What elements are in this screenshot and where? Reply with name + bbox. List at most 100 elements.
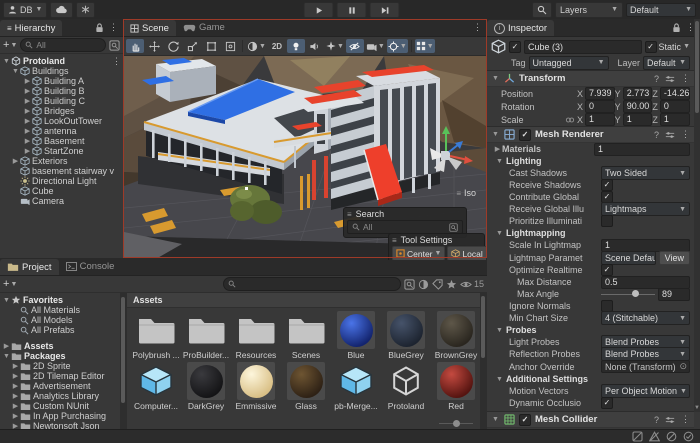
add-object-button[interactable]: +▼ xyxy=(3,39,17,51)
receive-gi-dropdown[interactable]: Lightmaps▼ xyxy=(601,202,690,216)
active-checkbox[interactable]: ✓ xyxy=(509,41,521,53)
scale-x-field[interactable]: 1 xyxy=(585,113,615,126)
status-muted-log-icon[interactable] xyxy=(632,431,643,442)
foldout-arrow[interactable]: ▼ xyxy=(491,416,500,423)
status-tasks-done-icon[interactable] xyxy=(683,431,694,442)
rotate-tool-button[interactable] xyxy=(164,39,182,53)
prioritize-checkbox[interactable] xyxy=(601,215,613,227)
min-chart-dropdown[interactable]: 4 (Stitchable)▼ xyxy=(601,311,690,325)
max-angle-field[interactable]: 89 xyxy=(658,288,690,301)
transform-header[interactable]: ▼ Transform ? ⋮ xyxy=(487,70,694,87)
asset-item[interactable]: Scenes xyxy=(281,311,331,360)
rotation-z-field[interactable]: 0 xyxy=(660,100,690,113)
camera-dropdown[interactable]: ▼ xyxy=(365,39,386,53)
layers-dropdown[interactable]: Layers ▼ xyxy=(555,2,623,18)
gizmos-dropdown[interactable]: ▼ xyxy=(387,39,408,53)
mesh-renderer-header[interactable]: ▼ ✓ Mesh Renderer ? ⋮ xyxy=(487,126,694,143)
dynamic-occlusion-checkbox[interactable]: ✓ xyxy=(601,397,613,409)
asset-item[interactable]: Red xyxy=(431,362,481,411)
kebab-menu-icon[interactable]: ⋮ xyxy=(681,129,690,140)
scrollbar-thumb[interactable] xyxy=(695,21,699,113)
presets-icon[interactable] xyxy=(665,74,675,84)
tree-item-custom-nunit[interactable]: ▶Custom NUnit xyxy=(0,401,120,411)
kebab-menu-icon[interactable]: ⋮ xyxy=(109,22,118,33)
help-icon[interactable]: ? xyxy=(654,130,659,140)
grid-snap-button[interactable] xyxy=(76,2,95,18)
pivot-mode-button[interactable]: Center ▼ xyxy=(392,246,445,260)
foldout-arrow[interactable]: ▼ xyxy=(491,75,500,82)
tree-item-bridges[interactable]: ▶Bridges xyxy=(0,106,123,116)
asset-item[interactable]: Protoland xyxy=(381,362,431,411)
audio-toggle-button[interactable] xyxy=(306,39,324,53)
lightmap-params-dropdown[interactable]: Scene Default Para▼ xyxy=(601,251,656,265)
hidden-count-button[interactable]: 15 xyxy=(460,279,484,289)
scene-viewport[interactable]: ≡ Iso ≡ Search All ≡ xyxy=(124,56,486,260)
tree-item-packages[interactable]: ▼Packages xyxy=(0,351,120,361)
foldout-arrow[interactable]: ▶ xyxy=(493,145,502,153)
asset-item[interactable]: Polybrush ... xyxy=(131,311,181,360)
scene-visibility-button[interactable] xyxy=(346,39,364,53)
tab-project[interactable]: Project xyxy=(0,259,59,275)
project-tree-scrollbar[interactable] xyxy=(120,293,127,431)
play-button[interactable] xyxy=(304,2,334,18)
asset-item[interactable]: ProBuilder... xyxy=(181,311,231,360)
scale-z-field[interactable]: 1 xyxy=(660,113,690,126)
kebab-menu-icon[interactable]: ⋮ xyxy=(681,73,690,84)
tree-item-basement[interactable]: ▶Basement xyxy=(0,136,123,146)
scrollbar-thumb[interactable] xyxy=(481,296,485,358)
asset-item[interactable]: Computer... xyxy=(131,362,181,411)
2d-toggle-button[interactable]: 2D xyxy=(268,39,286,53)
pause-button[interactable] xyxy=(337,2,367,18)
asset-item[interactable]: BlueGrey xyxy=(381,311,431,360)
hierarchy-search-input[interactable]: All xyxy=(20,38,106,52)
tree-item-all-models[interactable]: All Models xyxy=(0,315,120,325)
assets-breadcrumb[interactable]: Assets xyxy=(127,293,487,308)
handle-space-button[interactable]: Local ▼ xyxy=(447,246,486,260)
asset-item[interactable]: Resources xyxy=(231,311,281,360)
account-button[interactable]: DB ▼ xyxy=(3,2,47,18)
lightmapping-foldout[interactable]: ▼Lightmapping xyxy=(487,227,694,239)
cloud-button[interactable] xyxy=(50,2,73,18)
tree-item-directional-light[interactable]: Directional Light xyxy=(0,176,123,186)
orientation-gizmo-label[interactable]: ≡ Iso xyxy=(456,188,476,198)
optimize-realtime-checkbox[interactable]: ✓ xyxy=(601,264,613,276)
link-scale-icon[interactable] xyxy=(565,115,575,125)
lock-icon[interactable] xyxy=(672,23,681,33)
tree-item-iap[interactable]: ▶In App Purchasing xyxy=(0,411,120,421)
motion-vectors-dropdown[interactable]: Per Object Motion▼ xyxy=(601,384,690,398)
tree-item-startzone[interactable]: ▶StartZone xyxy=(0,146,123,156)
object-picker-icon[interactable]: ⊙ xyxy=(679,361,687,372)
tab-scene[interactable]: Scene xyxy=(123,20,176,36)
reflection-probes-dropdown[interactable]: Blend Probes▼ xyxy=(601,347,690,361)
tree-item-2d-sprite[interactable]: ▶2D Sprite xyxy=(0,361,120,371)
transform-tool-button[interactable] xyxy=(221,39,239,53)
tree-item-2d-tilemap[interactable]: ▶2D Tilemap Editor xyxy=(0,371,120,381)
search-button[interactable] xyxy=(532,2,552,18)
create-asset-button[interactable]: +▼ xyxy=(3,278,17,290)
assets-scrollbar[interactable] xyxy=(480,293,487,431)
step-button[interactable] xyxy=(370,2,400,18)
tree-item-camera[interactable]: Camera xyxy=(0,196,123,206)
status-muted-warning-icon[interactable] xyxy=(649,431,660,442)
tree-item-all-materials[interactable]: All Materials xyxy=(0,305,120,315)
kebab-menu-icon[interactable]: ⋮ xyxy=(112,56,121,67)
scrollbar-thumb[interactable] xyxy=(121,297,125,403)
draw-mode-dropdown[interactable]: ▼ xyxy=(246,39,267,53)
scale-y-field[interactable]: 1 xyxy=(623,113,653,126)
tree-item-analytics[interactable]: ▶Analytics Library xyxy=(0,391,120,401)
help-icon[interactable]: ? xyxy=(654,415,659,425)
asset-item[interactable]: Glass xyxy=(281,362,331,411)
tree-item-buildings[interactable]: ▼Buildings xyxy=(0,66,123,76)
lock-icon[interactable] xyxy=(95,23,104,33)
tree-item-basement-stairway[interactable]: basement stairway v xyxy=(0,166,123,176)
mesh-collider-header[interactable]: ▼ ✓ Mesh Collider ? ⋮ xyxy=(487,411,694,428)
view-button[interactable]: View xyxy=(659,251,690,265)
tree-item-exteriors[interactable]: ▶Exteriors xyxy=(0,156,123,166)
cast-shadows-dropdown[interactable]: Two Sided▼ xyxy=(601,166,690,180)
tab-inspector[interactable]: i Inspector xyxy=(487,20,554,36)
kebab-menu-icon[interactable]: ⋮ xyxy=(681,414,690,425)
filter-label-icon[interactable] xyxy=(432,279,443,290)
asset-item[interactable]: pb-Merge... xyxy=(331,362,381,411)
layer-dropdown[interactable]: Default▼ xyxy=(643,56,690,70)
tree-item-all-prefabs[interactable]: All Prefabs xyxy=(0,325,120,335)
